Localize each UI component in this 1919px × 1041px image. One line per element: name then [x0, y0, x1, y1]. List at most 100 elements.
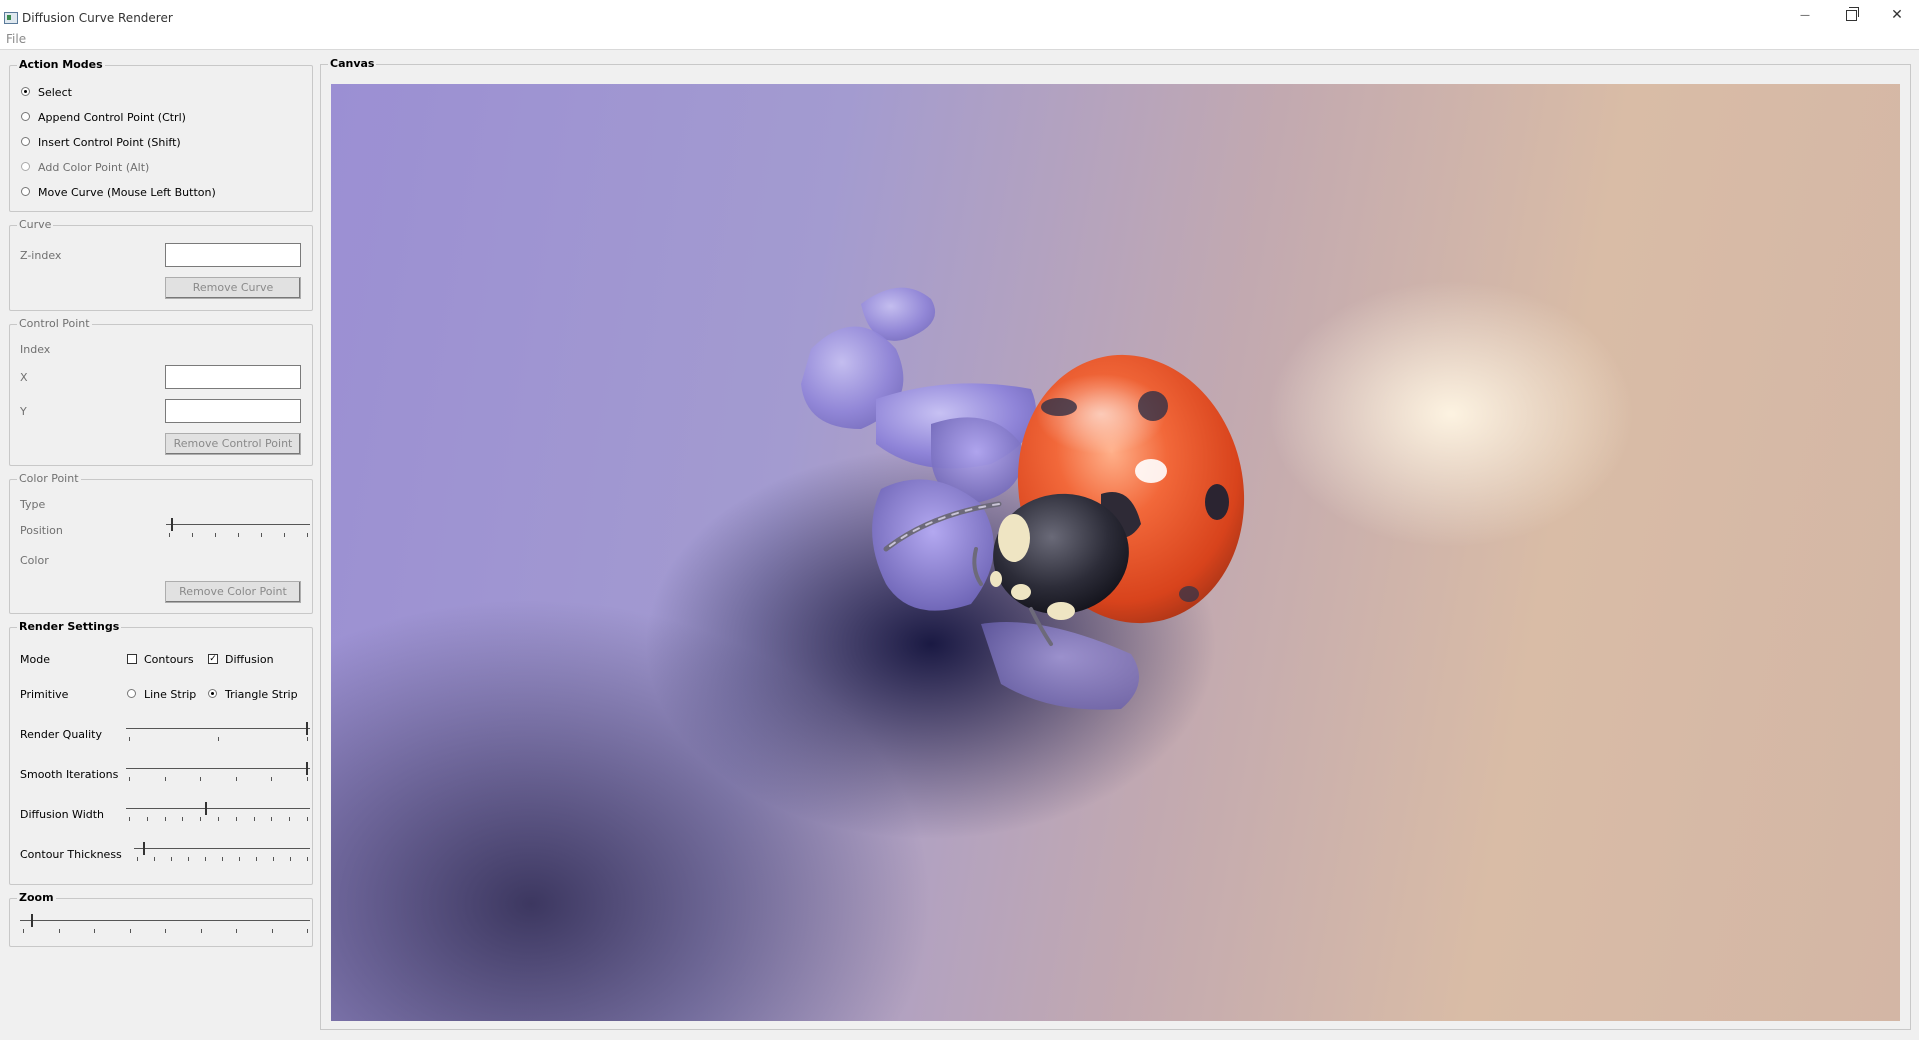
color-label: Color — [20, 554, 49, 567]
triangle-strip-label: Triangle Strip — [225, 688, 298, 701]
move-radio[interactable] — [21, 187, 30, 196]
maximize-button[interactable] — [1828, 0, 1874, 30]
y-label: Y — [20, 405, 27, 418]
slider-tick — [271, 777, 272, 781]
slider-tick — [130, 929, 131, 933]
control-point-title: Control Point — [17, 317, 92, 330]
remove-color-point-button[interactable]: Remove Color Point — [165, 581, 301, 603]
slider-tick — [236, 777, 237, 781]
z-index-input[interactable] — [165, 243, 301, 267]
slider-tick — [165, 777, 166, 781]
slider-tick — [290, 857, 291, 861]
slider-tick — [169, 533, 170, 537]
select-radio[interactable] — [21, 87, 30, 96]
triangle-strip-radio[interactable] — [208, 689, 217, 698]
insert-label: Insert Control Point (Shift) — [38, 136, 181, 149]
slider-tick — [201, 929, 202, 933]
zoom-title: Zoom — [17, 891, 56, 904]
slider-tick — [200, 817, 201, 821]
contours-checkbox[interactable] — [127, 654, 137, 664]
render-settings-title: Render Settings — [17, 620, 122, 633]
slider-tick — [218, 817, 219, 821]
slider-tick — [205, 857, 206, 861]
slider-ticks — [126, 777, 310, 781]
append-radio[interactable] — [21, 112, 30, 121]
mode-label: Mode — [20, 653, 50, 666]
position-slider[interactable] — [166, 517, 310, 537]
slider-tick — [271, 817, 272, 821]
slider-tick — [182, 817, 183, 821]
slider-tick — [273, 857, 274, 861]
render-quality-slider[interactable] — [126, 721, 310, 741]
line-strip-label: Line Strip — [144, 688, 197, 701]
y-input[interactable] — [165, 399, 301, 423]
slider-track — [134, 848, 310, 849]
append-label: Append Control Point (Ctrl) — [38, 111, 186, 124]
slider-tick — [23, 929, 24, 933]
render-settings-group: Render Settings Mode Contours ✓ Diffusio… — [9, 620, 313, 885]
render-canvas[interactable] — [331, 84, 1900, 1021]
type-label: Type — [20, 498, 46, 511]
slider-handle[interactable] — [306, 762, 308, 775]
menu-file[interactable]: File — [6, 32, 26, 46]
slider-tick — [59, 929, 60, 933]
slider-handle[interactable] — [143, 842, 145, 855]
slider-tick — [307, 857, 308, 861]
color-point-group: Color Point Type Position Color Remove C… — [9, 472, 313, 614]
contour-thickness-slider[interactable] — [134, 841, 310, 861]
z-index-label: Z-index — [20, 249, 62, 262]
index-label: Index — [20, 343, 51, 356]
slider-tick — [307, 777, 308, 781]
slider-tick — [272, 929, 273, 933]
insert-radio[interactable] — [21, 137, 30, 146]
slider-tick — [129, 777, 130, 781]
slider-tick — [188, 857, 189, 861]
minimize-button[interactable]: — — [1782, 0, 1828, 30]
x-input[interactable] — [165, 365, 301, 389]
slider-tick — [254, 817, 255, 821]
slider-tick — [147, 817, 148, 821]
slider-tick — [165, 929, 166, 933]
slider-handle[interactable] — [205, 802, 207, 815]
smooth-iterations-slider[interactable] — [126, 761, 310, 781]
zoom-slider[interactable] — [20, 913, 310, 933]
slider-tick — [129, 817, 130, 821]
render-quality-label: Render Quality — [20, 728, 102, 741]
remove-control-point-button[interactable]: Remove Control Point — [165, 433, 301, 455]
slider-tick — [171, 857, 172, 861]
remove-curve-button[interactable]: Remove Curve — [165, 277, 301, 299]
slider-tick — [218, 737, 219, 741]
slider-handle[interactable] — [171, 518, 173, 531]
slider-handle[interactable] — [31, 914, 33, 927]
slider-track — [126, 768, 310, 769]
slider-tick — [200, 777, 201, 781]
slider-tick — [307, 533, 308, 537]
canvas-title: Canvas — [328, 57, 377, 70]
select-label: Select — [38, 86, 72, 99]
slider-tick — [192, 533, 193, 537]
slider-ticks — [126, 817, 310, 821]
diffusion-width-label: Diffusion Width — [20, 808, 105, 821]
primitive-label: Primitive — [20, 688, 69, 701]
diffusion-checkbox[interactable]: ✓ — [208, 654, 218, 664]
add-color-label: Add Color Point (Alt) — [38, 161, 150, 174]
ladybug-render — [801, 287, 1245, 710]
slider-ticks — [126, 737, 310, 741]
line-strip-radio[interactable] — [127, 689, 136, 698]
slider-tick — [239, 857, 240, 861]
curve-group: Curve Z-index Remove Curve — [9, 218, 313, 311]
slider-tick — [236, 929, 237, 933]
slider-tick — [94, 929, 95, 933]
slider-tick — [307, 929, 308, 933]
slider-ticks — [20, 929, 310, 933]
diffusion-width-slider[interactable] — [126, 801, 310, 821]
slider-tick — [222, 857, 223, 861]
slider-handle[interactable] — [306, 722, 308, 735]
contour-thickness-label: Contour Thickness — [20, 848, 122, 861]
slider-track — [126, 728, 310, 729]
slider-tick — [215, 533, 216, 537]
close-button[interactable]: ✕ — [1874, 0, 1919, 30]
title-bar: Diffusion Curve Renderer — ✕ — [0, 0, 1919, 30]
slider-tick — [137, 857, 138, 861]
slider-tick — [129, 737, 130, 741]
